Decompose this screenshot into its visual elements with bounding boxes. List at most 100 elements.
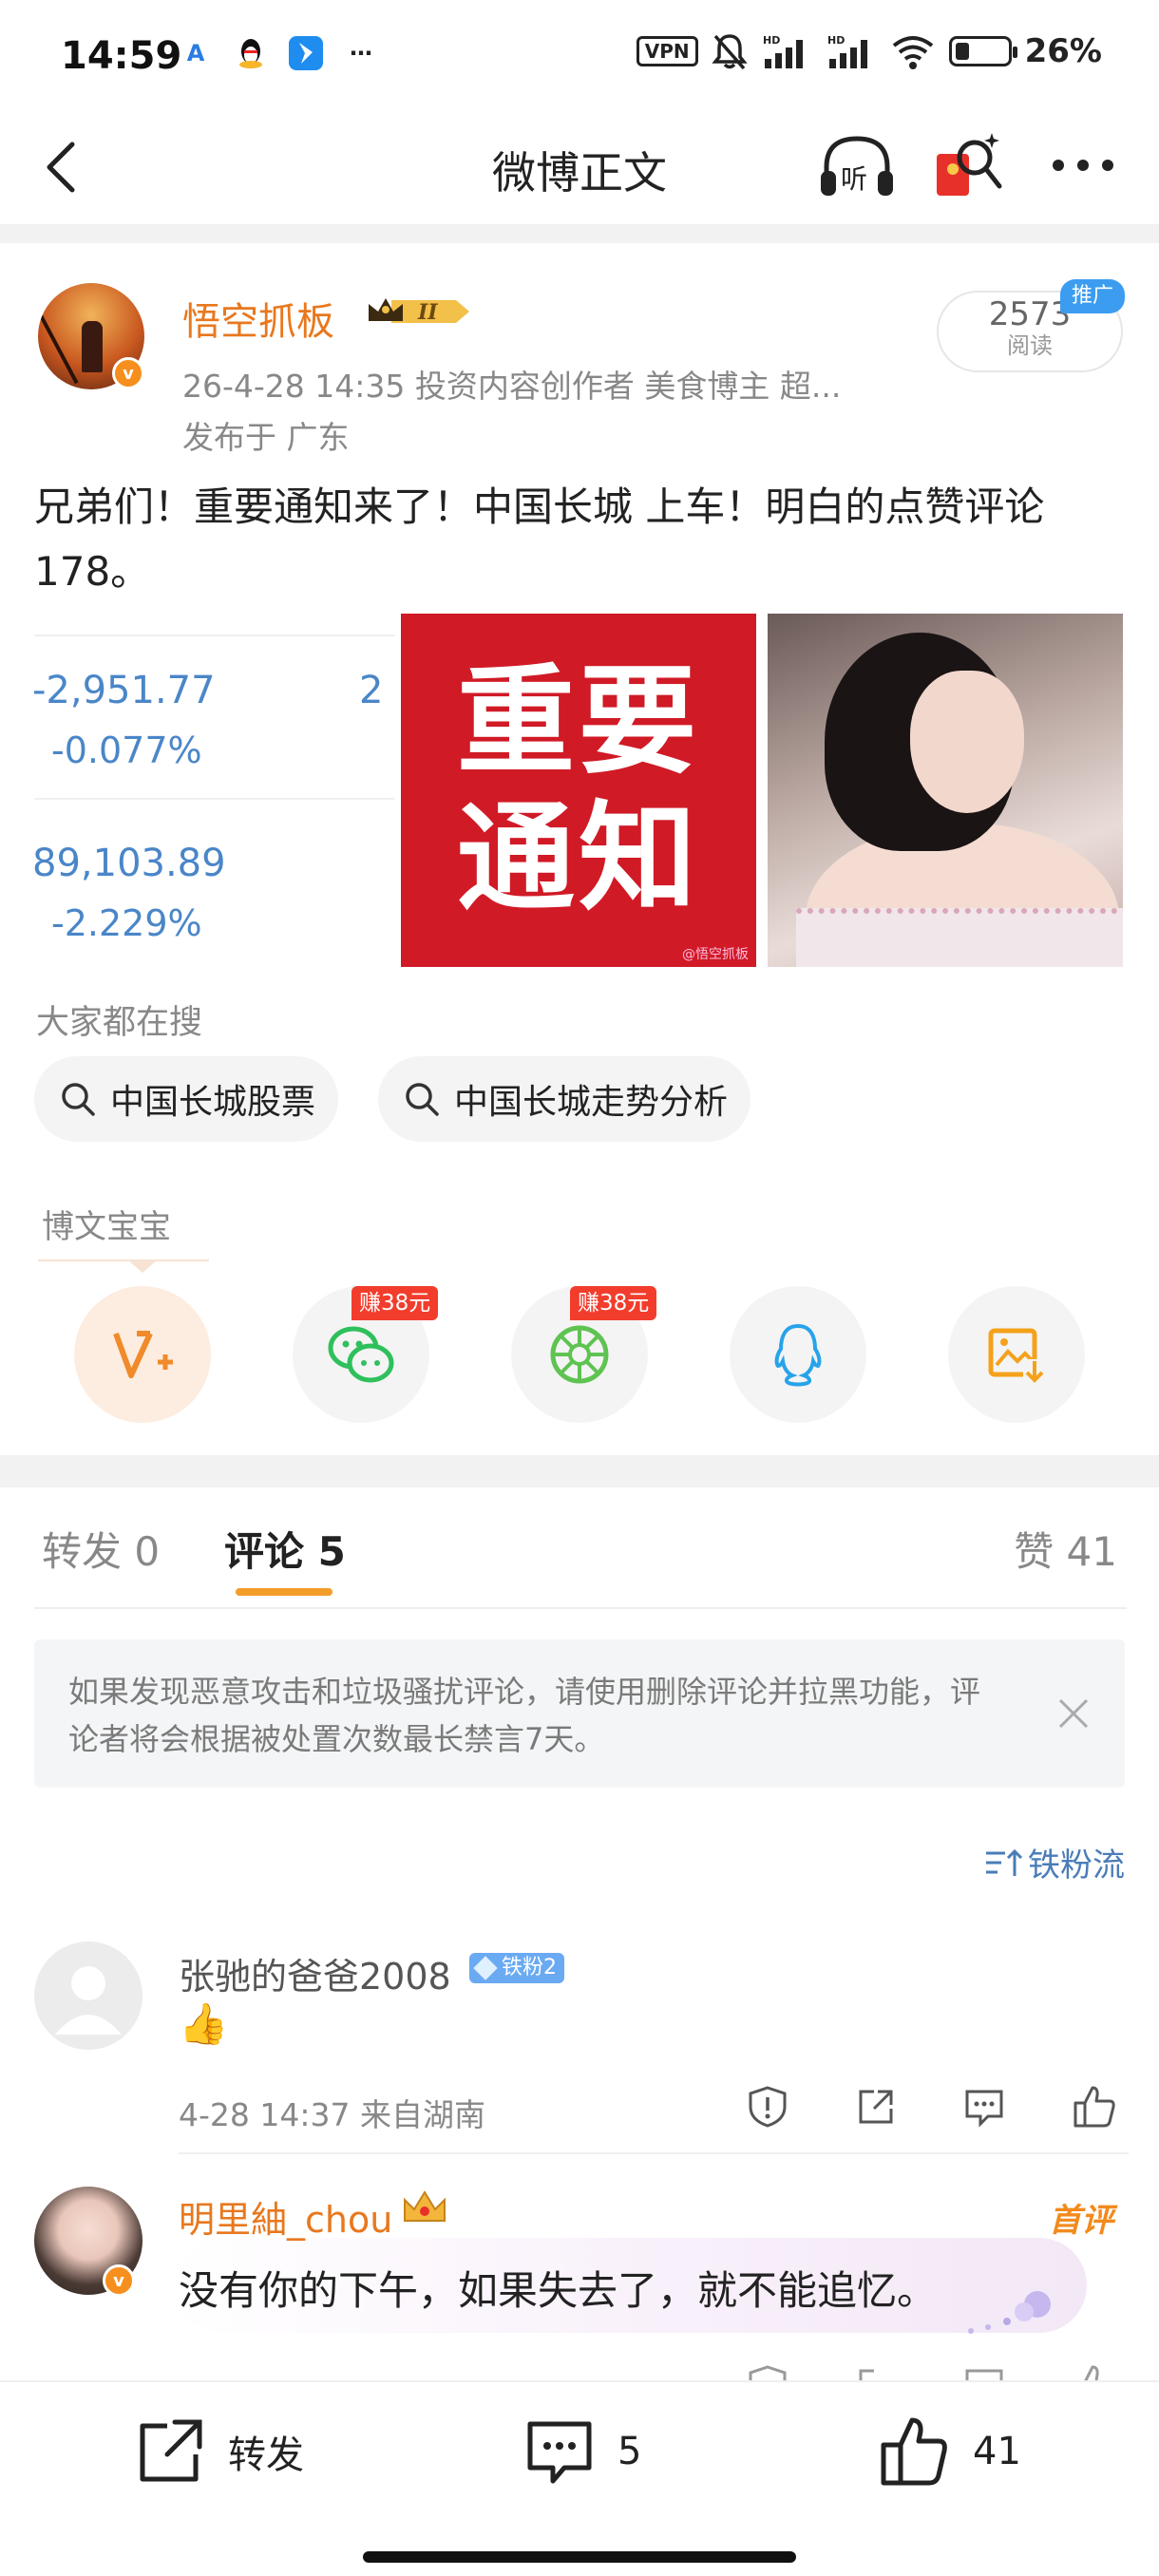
more-dots-icon: ⋯ [350, 40, 372, 66]
save-image-icon [988, 1328, 1046, 1384]
post-image-important-notice[interactable]: 重要 通知 @悟空抓板 [401, 614, 756, 967]
comment-reply-icon[interactable] [961, 2084, 1007, 2130]
image-text-line: 通知 [456, 790, 700, 927]
first-comment-tag: 首评 [1049, 2202, 1113, 2240]
close-icon[interactable] [1054, 1695, 1092, 1733]
app-a-icon: A [186, 40, 205, 66]
bottom-action-bar: 转发 5 41 [0, 2380, 1159, 2576]
author-name[interactable]: 悟空抓板 [182, 291, 334, 346]
like-icon[interactable] [1072, 2084, 1117, 2130]
stock-index-value: 89,103.89 [32, 842, 226, 885]
svg-text:HD: HD [827, 34, 845, 47]
wechat-icon [328, 1326, 394, 1383]
tab-repost[interactable]: 转发 0 [42, 1520, 160, 1578]
moments-icon [550, 1325, 609, 1384]
commenter-name[interactable]: 张驰的爸爸2008 [179, 1947, 451, 1999]
search-icon [62, 1083, 95, 1116]
comments-section: 转发 0 评论 5 赞 41 如果发现恶意攻击和垃圾骚扰评论，请使用删除评论并拉… [0, 1487, 1159, 2380]
verified-badge-icon: v [112, 357, 144, 389]
comment-reply-icon[interactable] [961, 2363, 1007, 2380]
headphones-icon: 听 [821, 136, 893, 196]
red-packet-search-button[interactable] [931, 129, 1007, 205]
image-watermark: @悟空抓板 [682, 947, 749, 962]
share-save-image-button[interactable] [948, 1286, 1085, 1423]
share-out-icon[interactable] [853, 2084, 899, 2130]
status-right: VPN HD HD 26% [636, 32, 1102, 70]
thumbs-up-icon [881, 2417, 947, 2486]
fan-badge-label: 铁粉2 [502, 1956, 557, 1979]
post-text: 兄弟们！重要通知来了！中国长城 上车！明白的点赞评论178。 [34, 483, 1045, 595]
svg-text:II: II [417, 300, 438, 325]
svg-text:HD: HD [763, 34, 780, 47]
status-time: 14:59 [61, 34, 182, 78]
like-button[interactable]: 41 [878, 2415, 1021, 2489]
share-section-title: 博文宝宝 [42, 1208, 171, 1246]
bell-muted-icon [711, 34, 748, 70]
battery-percent: 26% [1024, 32, 1102, 70]
share-qq-button[interactable] [730, 1286, 866, 1423]
repost-icon [140, 2419, 202, 2482]
member-crown-badge[interactable]: II [365, 293, 475, 331]
crown-icon [404, 2190, 446, 2222]
crown-level-icon: II [369, 298, 469, 325]
photo-face [910, 671, 1024, 813]
search-chip-label: 中国长城股票 [110, 1083, 316, 1122]
stock-card[interactable]: -2,951.77 2 -0.077% 89,103.89 -2.229% [0, 631, 399, 944]
like-icon[interactable] [1072, 2363, 1117, 2380]
more-options-button[interactable] [1045, 146, 1121, 184]
red-packet-icon [937, 133, 1002, 196]
earn-reward-tag: 赚38元 [352, 1286, 439, 1320]
battery-icon [948, 36, 1017, 66]
comment-meta: 4-28 14:37 来自湖南 [179, 2096, 485, 2133]
svg-text:听: 听 [841, 163, 867, 195]
tabs-divider [34, 1607, 1127, 1609]
home-indicator [363, 2551, 796, 2563]
tab-likes[interactable]: 赞 41 [1014, 1520, 1117, 1578]
photo-dress [796, 908, 1123, 967]
listen-button[interactable]: 听 [817, 129, 897, 203]
comment-divider [179, 2152, 1129, 2154]
earn-reward-tag: 赚38元 [570, 1286, 657, 1320]
stock-index-partial: 2 [359, 669, 384, 712]
stock-divider [34, 798, 395, 800]
share-title-underline [38, 1260, 209, 1261]
flower-decoration-icon [968, 2291, 1051, 2334]
repost-button[interactable]: 转发 [133, 2415, 304, 2489]
image-text-line: 重要 [456, 653, 700, 790]
commenter-avatar[interactable] [34, 1941, 142, 2050]
promo-tag[interactable]: 推广 [1060, 279, 1125, 313]
bluebird-app-icon [289, 36, 323, 70]
stock-index-change: -0.077% [51, 729, 202, 771]
wifi-icon [892, 36, 933, 69]
avatar-staff [39, 314, 79, 385]
sort-fans-button[interactable]: 铁粉流 [984, 1839, 1125, 1885]
post-image-photo[interactable] [768, 614, 1123, 967]
stock-index-change: -2.229% [51, 902, 202, 944]
notice-text: 如果发现恶意攻击和垃圾骚扰评论，请使用删除评论并拉黑功能，评论者将会根据被处置次… [68, 1674, 981, 1757]
report-icon[interactable] [745, 2084, 790, 2130]
search-chip[interactable]: 中国长城走势分析 [378, 1056, 751, 1142]
stock-divider [34, 635, 395, 636]
comment-text: 没有你的下午，如果失去了，就不能追忆。 [179, 2267, 938, 2314]
signal-hd-icon: HD [827, 34, 867, 68]
comment-button[interactable]: 5 [522, 2415, 641, 2489]
signal-hd-icon: HD [763, 34, 803, 68]
commenter-name[interactable]: 明里紬_chou [179, 2190, 392, 2243]
comment-text: 👍 [179, 2000, 229, 2047]
comment-count: 5 [618, 2430, 642, 2473]
share-out-icon[interactable] [853, 2363, 899, 2380]
report-icon[interactable] [745, 2363, 790, 2380]
search-chip[interactable]: 中国长城股票 [34, 1056, 339, 1142]
active-tab-indicator [236, 1588, 332, 1596]
battery-fill [955, 43, 969, 60]
vpn-indicator: VPN [636, 36, 698, 66]
status-bar: 14:59 A ⋯ VPN HD HD 26% [0, 0, 1159, 112]
share-vplus-button[interactable] [74, 1286, 211, 1423]
post-location: 发布于 广东 [182, 419, 350, 456]
comment-policy-notice: 如果发现恶意攻击和垃圾骚扰评论，请使用删除评论并拉黑功能，评论者将会根据被处置次… [34, 1639, 1125, 1788]
vplus-icon [113, 1331, 173, 1378]
post-card: v 悟空抓板 II 26-4-28 14:35 投资内容创作者 美食博主 超..… [0, 243, 1159, 1455]
tab-comments[interactable]: 评论 5 [224, 1520, 346, 1578]
iron-fan-badge: 铁粉2 [469, 1953, 564, 1983]
verified-badge-icon: v [103, 2264, 135, 2297]
